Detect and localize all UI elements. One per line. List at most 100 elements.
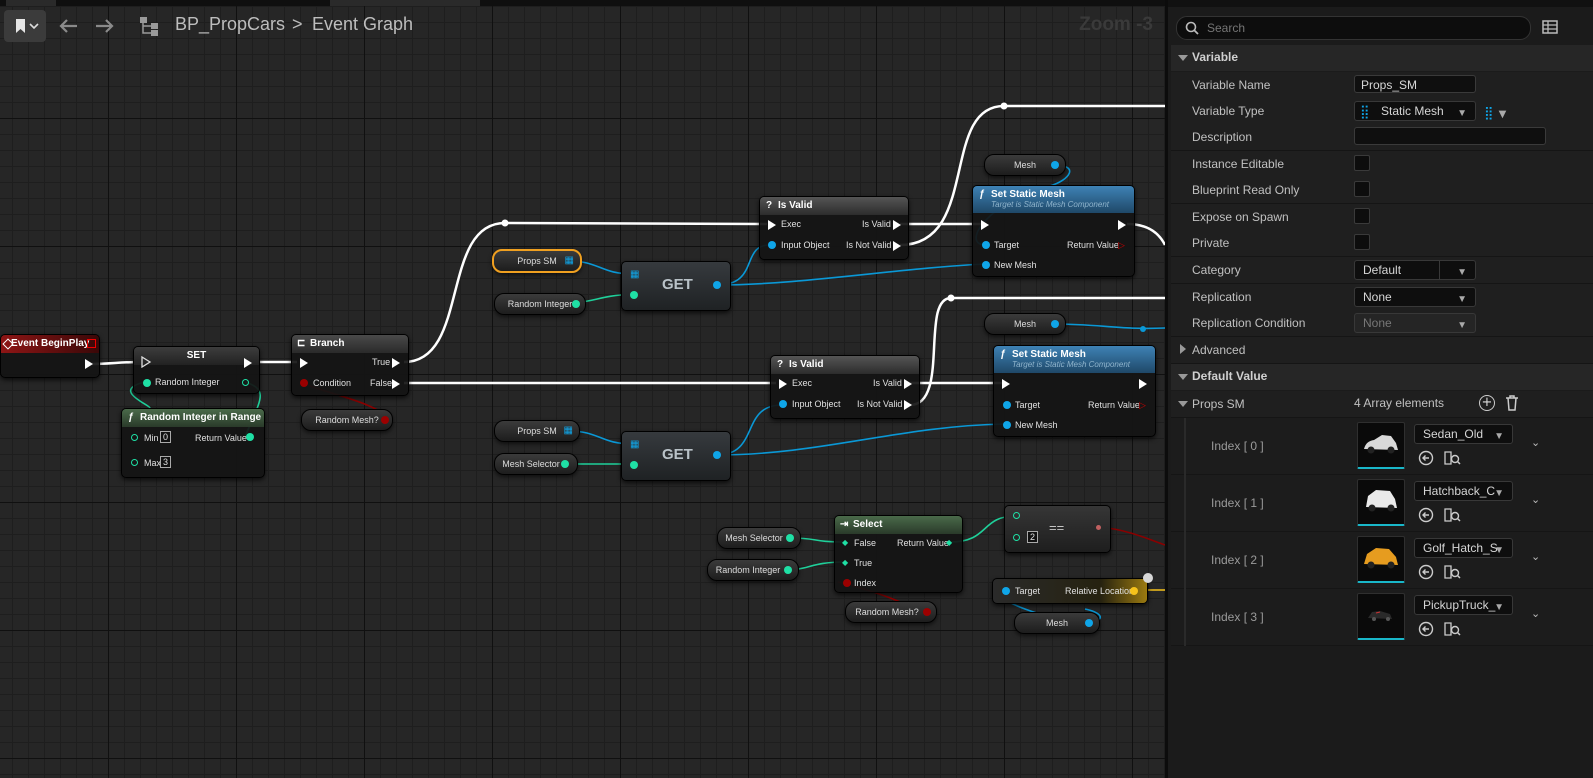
index-pin[interactable] [843, 579, 851, 587]
max-value-field[interactable]: 3 [160, 456, 172, 468]
exec-out-pin[interactable] [1118, 220, 1126, 230]
integer-pin[interactable] [572, 300, 580, 308]
input-object-pin[interactable] [768, 241, 776, 249]
exec-out-pin[interactable] [1139, 379, 1147, 389]
advanced-row[interactable]: Advanced [1171, 337, 1593, 364]
exec-in-pin[interactable] [300, 358, 308, 368]
true-pin[interactable]: ◆ [842, 558, 848, 567]
random-integer-variable[interactable]: Random Integer [494, 293, 586, 315]
b-value-field[interactable]: 2 [1027, 531, 1039, 543]
mesh-selector-variable[interactable]: Mesh Selector [494, 453, 578, 475]
array-pin-icon[interactable]: ▦ [630, 269, 639, 280]
asset-thumbnail[interactable] [1357, 479, 1405, 526]
false-exec-pin[interactable] [392, 379, 400, 389]
exec-in-pin[interactable] [779, 379, 787, 389]
category-dropdown[interactable]: Default ▼ [1354, 260, 1476, 280]
asset-thumbnail[interactable] [1357, 536, 1405, 583]
exec-in-pin[interactable] [768, 220, 776, 230]
is-valid-node[interactable]: ? Is Valid Exec Is Valid Input Object Is… [759, 196, 909, 260]
integer-pin[interactable] [143, 379, 151, 387]
mesh-variable[interactable]: Mesh [1014, 612, 1100, 634]
target-pin[interactable] [982, 241, 990, 249]
instance-editable-checkbox[interactable] [1354, 155, 1370, 171]
is-valid-node[interactable]: ? Is Valid Exec Is Valid Input Object Is… [770, 355, 920, 419]
exec-out-pin[interactable] [85, 359, 93, 369]
is-valid-exec-pin[interactable] [893, 220, 901, 230]
delegate-pin-icon[interactable] [87, 339, 96, 348]
hierarchy-icon[interactable] [136, 14, 162, 38]
set-static-mesh-node[interactable]: ƒ Set Static Mesh Target is Static Mesh … [993, 345, 1156, 437]
integer-out-pin[interactable] [242, 379, 249, 386]
comment-bubble-icon[interactable] [1143, 573, 1153, 583]
add-element-icon[interactable]: + [1479, 395, 1495, 411]
return-value-pin[interactable] [246, 433, 254, 441]
asset-picker-dropdown[interactable]: Golf_Hatch_S ▼ [1414, 538, 1513, 558]
private-checkbox[interactable] [1354, 234, 1370, 250]
browse-asset-icon[interactable] [1443, 507, 1461, 523]
back-arrow-icon[interactable] [55, 14, 81, 38]
browse-asset-icon[interactable] [1443, 621, 1461, 637]
expose-on-spawn-checkbox[interactable] [1354, 208, 1370, 224]
collapse-icon[interactable] [1178, 401, 1188, 407]
min-pin[interactable] [131, 434, 138, 441]
trash-icon[interactable] [1505, 395, 1519, 411]
array-pin-icon[interactable]: ▦ [565, 251, 574, 271]
target-pin[interactable] [1003, 401, 1011, 409]
new-mesh-pin[interactable] [982, 261, 990, 269]
breadcrumb-graph[interactable]: Event Graph [312, 14, 413, 35]
array-pin-icon[interactable]: ▦ [630, 439, 639, 450]
browse-asset-icon[interactable] [1443, 564, 1461, 580]
branch-node[interactable]: ⊏ Branch True Condition False [291, 334, 409, 396]
a-pin[interactable] [1013, 512, 1020, 519]
b-pin[interactable] [1013, 534, 1020, 541]
variable-section-header[interactable]: Variable [1171, 45, 1593, 71]
false-pin[interactable]: ◆ [842, 538, 848, 547]
mesh-variable[interactable]: Mesh [984, 154, 1066, 176]
asset-thumbnail[interactable] [1357, 593, 1405, 640]
expand-element-icon[interactable]: ⌄ [1531, 436, 1540, 449]
forward-arrow-icon[interactable] [92, 14, 118, 38]
variable-name-field[interactable]: Props_SM [1354, 75, 1476, 93]
max-pin[interactable] [131, 459, 138, 466]
vector-out-pin[interactable] [1130, 587, 1138, 595]
index-pin[interactable] [630, 461, 638, 469]
event-begin-play-node[interactable]: Event BeginPlay [0, 334, 100, 378]
container-type-dropdown[interactable]: ⣿ ▼ [1484, 102, 1506, 121]
new-mesh-pin[interactable] [1003, 421, 1011, 429]
exec-in-pin[interactable] [1002, 379, 1010, 389]
output-pin[interactable] [713, 451, 721, 459]
set-static-mesh-node[interactable]: ƒ Set Static Mesh Target is Static Mesh … [972, 185, 1135, 277]
select-node[interactable]: ⇥ Select ◆ False Return Value ◆ ◆ True I… [834, 515, 963, 593]
asset-picker-dropdown[interactable]: Sedan_Old ▼ [1414, 424, 1513, 444]
props-sm-variable[interactable]: Props SM ▦ [492, 249, 582, 273]
view-options-icon[interactable] [1542, 19, 1558, 35]
exec-in-pin[interactable] [981, 220, 989, 230]
is-valid-exec-pin[interactable] [904, 379, 912, 389]
input-object-pin[interactable] [779, 400, 787, 408]
bool-pin[interactable] [923, 608, 931, 616]
integer-pin[interactable] [561, 460, 569, 468]
is-not-valid-exec-pin[interactable] [904, 400, 912, 410]
mesh-selector-variable[interactable]: Mesh Selector [717, 527, 801, 549]
replication-dropdown[interactable]: None ▼ [1354, 287, 1476, 307]
blueprint-graph[interactable]: BP_PropCars > Event Graph Zoom -3 Event … [0, 0, 1165, 778]
object-pin[interactable] [1051, 161, 1059, 169]
bool-pin[interactable] [381, 416, 389, 424]
exec-out-pin[interactable] [244, 358, 252, 368]
object-pin[interactable] [1085, 619, 1093, 627]
expand-element-icon[interactable]: ⌄ [1531, 607, 1540, 620]
output-pin[interactable] [713, 281, 721, 289]
expand-element-icon[interactable]: ⌄ [1531, 493, 1540, 506]
return-value-pin[interactable]: ▷ [1118, 240, 1125, 251]
bookmark-menu-button[interactable] [4, 10, 46, 42]
props-sm-variable[interactable]: Props SM ▦ [494, 420, 580, 442]
object-pin[interactable] [1051, 320, 1059, 328]
index-pin[interactable] [630, 291, 638, 299]
random-mesh-variable[interactable]: Random Mesh? [845, 601, 937, 623]
browse-asset-icon[interactable] [1443, 450, 1461, 466]
asset-picker-dropdown[interactable]: PickupTruck_ ▼ [1414, 595, 1513, 615]
get-relative-location-node[interactable]: Target Relative Location [992, 573, 1153, 604]
random-integer-in-range-node[interactable]: ƒ Random Integer in Range Min 0 Max 3 Re… [121, 408, 265, 478]
integer-pin[interactable] [784, 566, 792, 574]
set-variable-node[interactable]: SET Random Integer [133, 346, 260, 394]
